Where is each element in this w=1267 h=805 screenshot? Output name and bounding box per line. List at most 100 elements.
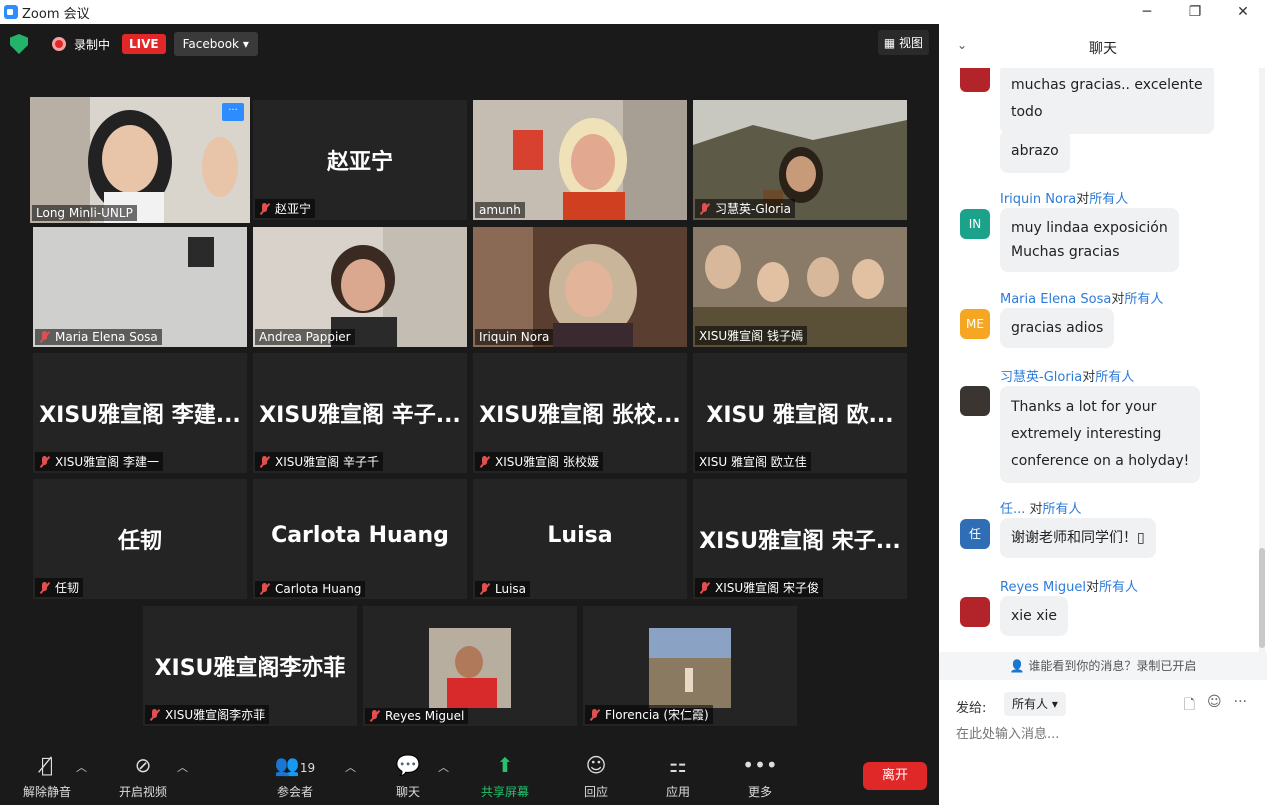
video-tile[interactable]: XISU雅宣阁李亦菲 XISU雅宣阁李亦菲 (143, 606, 357, 726)
video-tile[interactable]: Carlota Huang Carlota Huang (253, 479, 467, 599)
participant-name: XISU 雅宣阁 欧立佳 (695, 452, 811, 471)
chat-message: muchas gracias.. excelente todo (1000, 68, 1214, 134)
security-shield-icon[interactable] (10, 34, 28, 54)
apps-button[interactable]: ⚏ 应用 (643, 753, 713, 800)
video-area: 录制中 LIVE Facebook ▾ ▦ 视图 ··· Long Minli-… (0, 24, 939, 805)
audio-options-caret[interactable]: ︿ (76, 759, 87, 775)
share-screen-icon: ⬆ (496, 753, 514, 777)
participant-display-name: XISU雅宣阁 辛子... (259, 403, 461, 428)
chat-message: gracias adios (1000, 308, 1115, 348)
avatar: ME (960, 309, 990, 339)
participants-options-caret[interactable]: ︿ (345, 759, 356, 775)
participant-name: 赵亚宁 (255, 199, 316, 218)
reactions-button[interactable]: ☺ 回应 (561, 753, 631, 800)
start-video-button[interactable]: ⊘ 开启视频 (108, 753, 178, 800)
video-off-icon: ⊘ (134, 753, 152, 777)
chat-bubble-icon: 💬 (395, 753, 421, 777)
video-tile[interactable]: XISU雅宣阁 宋子... XISU雅宣阁 宋子俊 (693, 479, 907, 599)
participant-name: 任韧 (35, 578, 84, 597)
chat-message: muy lindaa exposición Muchas gracias (1000, 208, 1179, 272)
video-tile[interactable]: 习慧英-Gloria (693, 100, 907, 220)
avatar: 任 (960, 519, 990, 549)
recipient-dropdown[interactable]: 所有人 ▾ (1004, 692, 1066, 716)
video-tile[interactable]: XISU雅宣阁 李建... XISU雅宣阁 李建一 (33, 353, 247, 473)
video-tile[interactable]: XISU雅宣阁 辛子... XISU雅宣阁 辛子千 (253, 353, 467, 473)
video-tile[interactable]: XISU 雅宣阁 欧... XISU 雅宣阁 欧立佳 (693, 353, 907, 473)
avatar: IN (960, 209, 990, 239)
send-to-label: 发给: (956, 701, 987, 716)
video-tile[interactable]: Florencia (宋仁霞) (583, 606, 797, 726)
share-screen-button[interactable]: ⬆ 共享屏幕 (470, 753, 540, 800)
chat-button[interactable]: 💬 聊天 (373, 753, 443, 800)
recording-icon (52, 37, 66, 51)
mic-muted-icon (479, 583, 491, 595)
participant-name: Reyes Miguel (365, 708, 469, 724)
participant-display-name: 赵亚宁 (326, 150, 393, 175)
ellipsis-icon: ••• (742, 753, 778, 777)
apps-icon: ⚏ (669, 753, 687, 777)
more-button[interactable]: ••• 更多 (725, 753, 795, 800)
maximize-button[interactable]: ❐ (1171, 0, 1219, 24)
chat-sender: Iriquin Nora对所有人 (1000, 192, 1129, 207)
video-tile[interactable]: Reyes Miguel (363, 606, 577, 726)
chat-sender: Reyes Miguel对所有人 (1000, 580, 1139, 595)
stream-target-dropdown[interactable]: Facebook ▾ (173, 32, 258, 56)
participant-name: Long Minli-UNLP (32, 205, 137, 221)
video-options-caret[interactable]: ︿ (177, 759, 188, 775)
chat-scrollbar[interactable] (1259, 68, 1265, 653)
chat-message: Thanks a lot for your extremely interest… (1000, 386, 1201, 483)
chat-sender: 习慧英-Gloria对所有人 (1000, 370, 1135, 385)
video-tile[interactable]: amunh (473, 100, 687, 220)
avatar (960, 386, 990, 416)
zoom-logo-icon (4, 5, 18, 19)
participants-button[interactable]: 👥19 参会者 (260, 753, 330, 800)
chat-messages[interactable]: muchas gracias.. excelente todo abrazo I… (939, 68, 1267, 648)
minimize-button[interactable]: ─ (1123, 0, 1171, 24)
video-tile[interactable]: Maria Elena Sosa (33, 227, 247, 347)
emoji-icon[interactable]: ☺ (1207, 694, 1222, 718)
video-tile[interactable]: ··· Long Minli-UNLP (30, 97, 250, 223)
avatar (960, 68, 990, 92)
mic-muted-icon (259, 455, 271, 468)
participant-video (429, 628, 511, 708)
mic-muted-icon (699, 202, 711, 215)
mic-muted-icon (699, 581, 711, 594)
participant-name: XISU雅宣阁 钱子嫣 (695, 326, 807, 345)
participant-name: XISU雅宣阁 宋子俊 (695, 578, 823, 597)
chat-sender: Maria Elena Sosa对所有人 (1000, 292, 1164, 307)
chat-title: 聊天 (1089, 41, 1117, 57)
title-bar: Zoom 会议 ─ ❐ ✕ (0, 0, 1267, 24)
participant-name: Luisa (475, 581, 531, 597)
participant-display-name: Luisa (547, 523, 613, 548)
more-options-button[interactable]: ··· (222, 103, 244, 121)
video-tile[interactable]: XISU雅宣阁 张校... XISU雅宣阁 张校媛 (473, 353, 687, 473)
video-tile[interactable]: 赵亚宁 赵亚宁 (253, 100, 467, 220)
participant-name: XISU雅宣阁李亦菲 (145, 705, 270, 724)
participant-display-name: Carlota Huang (271, 523, 449, 548)
participant-display-name: XISU 雅宣阁 欧... (706, 403, 894, 428)
video-tile[interactable]: Andrea Pappier (253, 227, 467, 347)
video-tile[interactable]: 任韧 任韧 (33, 479, 247, 599)
meeting-toolbar: 🎙̸ 解除静音 ︿ ⊘ 开启视频 ︿ 👥19 参会者 ︿ 💬 聊天 ︿ ⬆ 共享… (0, 745, 939, 805)
chat-options-caret[interactable]: ︿ (438, 759, 449, 775)
participant-display-name: XISU雅宣阁李亦菲 (154, 656, 346, 681)
participant-name: XISU雅宣阁 李建一 (35, 452, 163, 471)
unmute-button[interactable]: 🎙̸ 解除静音 (12, 753, 82, 800)
more-icon[interactable]: ··· (1234, 694, 1247, 718)
close-button[interactable]: ✕ (1219, 0, 1267, 24)
video-tile[interactable]: XISU雅宣阁 钱子嫣 (693, 227, 907, 347)
privacy-notice[interactable]: 👤 谁能看到你的消息？录制已开启 (939, 652, 1267, 680)
user-lock-icon: 👤 (1009, 659, 1025, 673)
chat-message-input[interactable] (956, 722, 1256, 746)
view-button[interactable]: ▦ 视图 (877, 30, 929, 55)
video-tile[interactable]: Luisa Luisa (473, 479, 687, 599)
file-icon[interactable]: 🗋 (1184, 694, 1195, 718)
video-tile[interactable]: Iriquin Nora (473, 227, 687, 347)
window-title: Zoom 会议 (22, 6, 90, 22)
live-badge[interactable]: LIVE (122, 34, 166, 54)
chat-message: 谢谢老师和同学们！▯ (1000, 518, 1156, 558)
participant-name: Andrea Pappier (255, 329, 355, 345)
mic-muted-icon (479, 455, 491, 468)
participant-name: Carlota Huang (255, 581, 366, 597)
leave-button[interactable]: 离开 (863, 762, 927, 790)
